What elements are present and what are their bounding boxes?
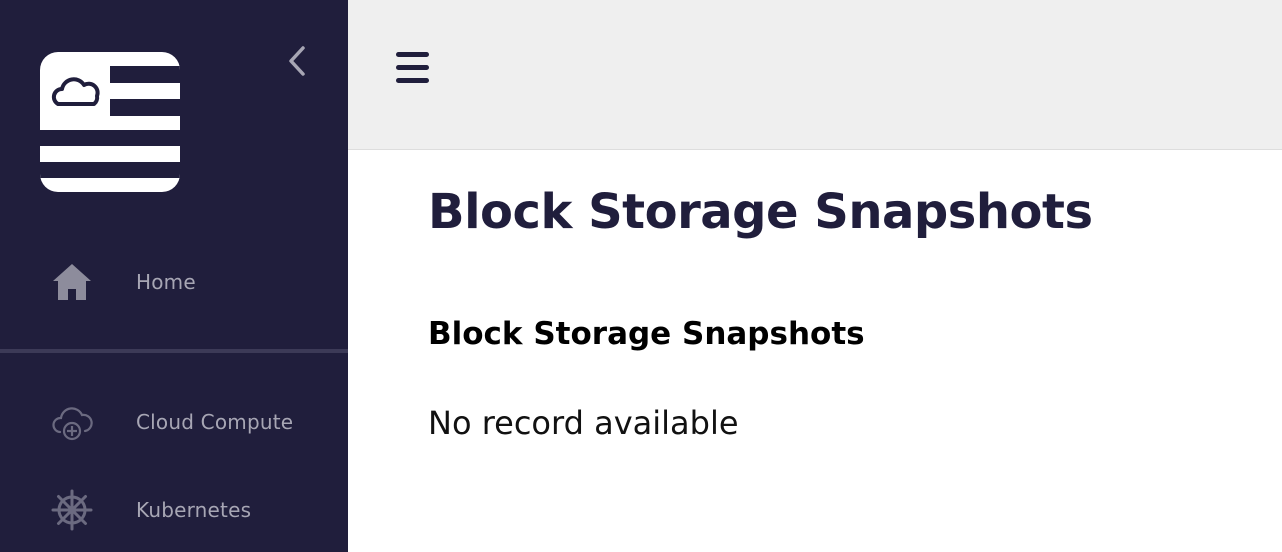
helm-wheel-icon: [50, 488, 94, 532]
hamburger-menu-icon[interactable]: [394, 50, 434, 86]
sidebar-item-kubernetes[interactable]: Kubernetes: [0, 480, 348, 540]
section-title: Block Storage Snapshots: [428, 316, 865, 352]
cloud-flag-logo-icon: [40, 52, 180, 192]
brand-logo[interactable]: [40, 52, 180, 192]
home-icon: [50, 260, 94, 304]
page-title: Block Storage Snapshots: [428, 184, 1093, 240]
sidebar: Home Cloud Compute Kubernetes: [0, 0, 348, 552]
main-content: Block Storage Snapshots Block Storage Sn…: [348, 150, 1282, 552]
chevron-left-icon: [289, 46, 305, 76]
cloud-plus-icon: [50, 400, 94, 444]
sidebar-item-label: Kubernetes: [136, 498, 252, 522]
sidebar-item-home[interactable]: Home: [0, 252, 348, 312]
sidebar-divider: [0, 349, 348, 353]
sidebar-item-cloud-compute[interactable]: Cloud Compute: [0, 392, 348, 452]
top-bar: [348, 0, 1282, 150]
sidebar-item-label: Cloud Compute: [136, 410, 294, 434]
collapse-sidebar-button[interactable]: [282, 44, 312, 78]
empty-state-message: No record available: [428, 404, 739, 442]
sidebar-item-label: Home: [136, 270, 196, 294]
